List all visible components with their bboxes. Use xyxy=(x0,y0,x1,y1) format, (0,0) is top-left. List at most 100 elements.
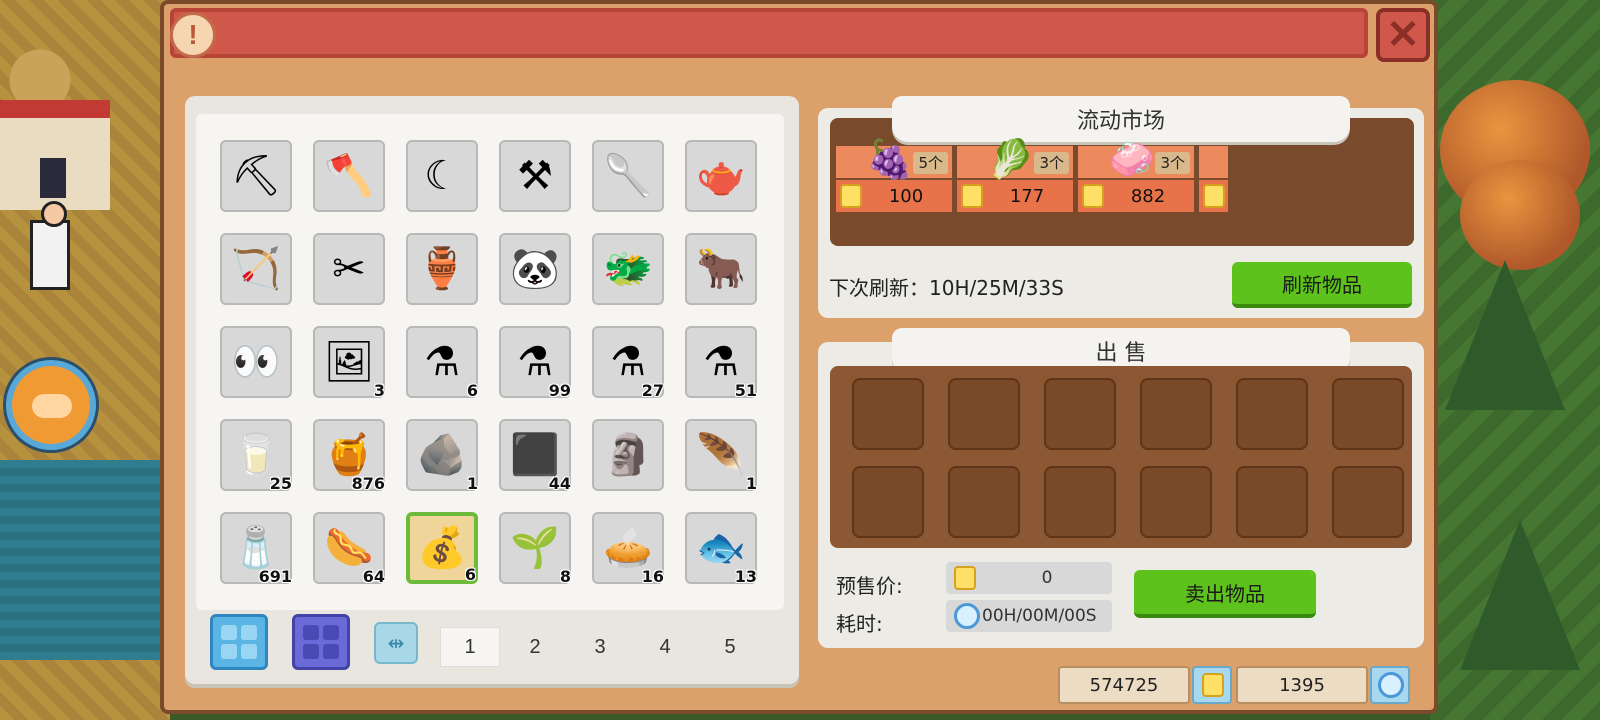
item-quantity: 3个 xyxy=(1034,152,1069,174)
inventory-slot[interactable]: 🗿 xyxy=(592,419,664,491)
inventory-slot[interactable]: ☾ xyxy=(406,140,478,212)
gamepad-icon[interactable] xyxy=(6,360,96,450)
inventory-slot[interactable]: ⚗ 6 xyxy=(406,326,478,400)
gold-coin-icon xyxy=(1192,666,1232,704)
pine-tree xyxy=(1460,520,1580,670)
inventory-slot[interactable]: 🌱 8 xyxy=(499,512,571,586)
inventory-slot[interactable]: ⛏ xyxy=(220,140,292,212)
sell-slot[interactable] xyxy=(852,378,924,450)
orange-potion-icon: ⚗ xyxy=(610,340,646,384)
inventory-slot[interactable]: 🥛 25 xyxy=(220,419,292,493)
sell-slot[interactable] xyxy=(948,466,1020,538)
sell-slot[interactable] xyxy=(1236,466,1308,538)
sell-slot[interactable] xyxy=(1044,378,1116,450)
inventory-slot[interactable]: ✂ xyxy=(313,233,385,305)
pickaxe-icon: ⛏ xyxy=(230,154,282,198)
inventory-slot[interactable]: ⚒ xyxy=(499,140,571,212)
page-5-button[interactable]: 5 xyxy=(700,627,760,667)
item-count: 1 xyxy=(745,474,757,493)
inventory-slot[interactable]: 🧂 691 xyxy=(220,512,292,586)
inventory-slot[interactable]: 🥧 16 xyxy=(592,512,664,586)
salt-bottle-icon: 🧂 xyxy=(231,526,281,570)
game-world-right xyxy=(1430,0,1600,720)
castle xyxy=(0,100,110,210)
sickle-icon: ☾ xyxy=(424,154,460,198)
item-count: 3 xyxy=(373,381,385,400)
inventory-slot[interactable]: 🏺 xyxy=(406,233,478,305)
expand-arrows-icon[interactable]: ⇹ xyxy=(374,622,418,664)
seeds-icon: 🌱 xyxy=(510,526,560,570)
price-row: 177 xyxy=(957,180,1073,212)
inventory-slot[interactable]: 🌭 64 xyxy=(313,512,385,586)
sausage-icon: 🌭 xyxy=(324,526,374,570)
jar-icon: 🏺 xyxy=(417,247,467,291)
item-count: 1 xyxy=(466,474,478,493)
inventory-slot[interactable]: 👀 xyxy=(220,326,292,398)
time-cost-box: 00H/00M/00S xyxy=(946,600,1112,632)
sell-items-button[interactable]: 卖出物品 xyxy=(1134,570,1316,618)
stone-icon: 🪨 xyxy=(417,433,467,477)
inventory-slot[interactable]: 🫖 xyxy=(685,140,757,212)
time-cost-value: 00H/00M/00S xyxy=(982,606,1097,626)
page-2-button[interactable]: 2 xyxy=(505,627,565,667)
presale-price-label: 预售价: xyxy=(836,574,903,598)
sell-slot[interactable] xyxy=(1140,378,1212,450)
inventory-slot[interactable]: 🐼 xyxy=(499,233,571,305)
tab-all-items[interactable] xyxy=(210,614,268,670)
purple-potion-icon: ⚗ xyxy=(703,340,739,384)
inventory-slot[interactable]: ⚗ 27 xyxy=(592,326,664,400)
inventory-slot[interactable]: 🥄 xyxy=(592,140,664,212)
sell-slot[interactable] xyxy=(1332,378,1404,450)
river xyxy=(0,460,170,660)
item-price: 177 xyxy=(1009,186,1045,207)
sell-slot[interactable] xyxy=(1140,466,1212,538)
grapes-icon: 🍇 xyxy=(866,139,914,181)
sell-slot[interactable] xyxy=(948,378,1020,450)
inventory-slot[interactable]: 🐲 xyxy=(592,233,664,305)
tab-equipment[interactable] xyxy=(292,614,350,670)
item-count: 6 xyxy=(466,381,478,400)
seed-bag-icon: 💰 xyxy=(417,526,467,570)
inventory-slot[interactable]: 🍯 876 xyxy=(313,419,385,493)
pie-cake-icon: 🥧 xyxy=(603,526,653,570)
sell-slot[interactable] xyxy=(852,466,924,538)
item-count: 16 xyxy=(641,567,664,586)
inventory-slot[interactable]: 🖼 3 xyxy=(313,326,385,400)
item-quantity: 5个 xyxy=(913,152,948,174)
inventory-slot[interactable]: 🪨 1 xyxy=(406,419,478,493)
pine-tree xyxy=(1445,260,1565,410)
close-button[interactable]: ✕ xyxy=(1376,8,1430,62)
inventory-slot[interactable]: 🏹 xyxy=(220,233,292,305)
sell-slot[interactable] xyxy=(1236,378,1308,450)
info-icon[interactable]: ! xyxy=(170,12,216,58)
red-potion-large-icon: ⚗ xyxy=(517,340,553,384)
eye-mask-icon: 👀 xyxy=(231,340,281,384)
item-count: 99 xyxy=(548,381,571,400)
inventory-slot[interactable]: 🪶 1 xyxy=(685,419,757,493)
page-3-button[interactable]: 3 xyxy=(570,627,630,667)
item-count: 691 xyxy=(258,567,292,586)
refresh-items-button[interactable]: 刷新物品 xyxy=(1232,262,1412,308)
horned-helmet-icon: 🐂 xyxy=(696,247,746,291)
inventory-slot[interactable]: ⚗ 99 xyxy=(499,326,571,400)
time-cost-label: 耗时: xyxy=(836,612,883,636)
page-4-button[interactable]: 4 xyxy=(635,627,695,667)
purple-soap-icon: 🧼 xyxy=(1108,139,1156,181)
iron-block-icon: ⬛ xyxy=(510,433,560,477)
inventory-slot[interactable]: 🐂 xyxy=(685,233,757,305)
red-potion-icon: ⚗ xyxy=(424,340,460,384)
title-bar xyxy=(170,8,1368,58)
inventory-slot[interactable]: ⬛ 44 xyxy=(499,419,571,493)
inventory-slot[interactable]: 🪓 xyxy=(313,140,385,212)
sell-slot[interactable] xyxy=(1332,466,1404,538)
hoe-icon: ⚒ xyxy=(517,154,553,198)
inventory-slot[interactable]: 💰 6 xyxy=(406,512,478,584)
gem-amount: 1395 xyxy=(1236,666,1368,704)
inventory-slot[interactable]: 🐟 13 xyxy=(685,512,757,586)
page-1-button[interactable]: 1 xyxy=(440,627,500,667)
dragon-mask-icon: 🐲 xyxy=(603,247,653,291)
autumn-tree xyxy=(1460,160,1580,270)
inventory-slot[interactable]: ⚗ 51 xyxy=(685,326,757,400)
price-row: 100 xyxy=(836,180,952,212)
sell-slot[interactable] xyxy=(1044,466,1116,538)
